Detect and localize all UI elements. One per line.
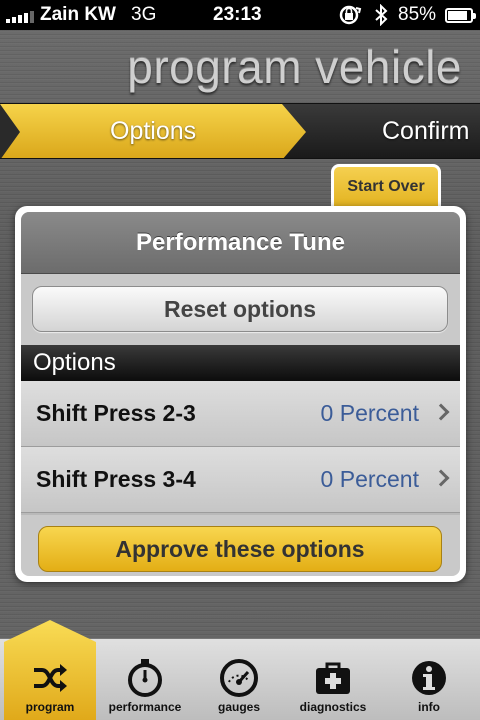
battery-percentage: 85% (398, 4, 437, 25)
stopwatch-icon (125, 658, 165, 698)
first-aid-kit-icon (313, 658, 353, 698)
tab-label: performance (108, 700, 182, 714)
option-name: Shift Press 3-4 (36, 466, 196, 492)
tab-info[interactable]: info (382, 638, 476, 720)
bluetooth-icon (374, 3, 388, 32)
step-confirm: Confirm (382, 117, 470, 145)
status-time: 23:13 (213, 4, 262, 25)
options-section-header: Options (21, 345, 460, 381)
performance-tune-panel: Performance Tune Reset options Options S… (15, 206, 466, 582)
tab-label: diagnostics (299, 700, 367, 714)
option-value: 0 Percent (320, 400, 419, 426)
option-value: 0 Percent (320, 466, 419, 492)
approve-options-button[interactable]: Approve these options (38, 526, 442, 572)
step-progress-bar: Options Confirm (0, 103, 480, 159)
tab-performance[interactable]: performance (98, 638, 192, 720)
panel-body: Performance Tune Reset options Options S… (21, 212, 460, 576)
divider (21, 513, 460, 515)
gauge-icon (219, 658, 259, 698)
rotation-lock-icon (338, 4, 364, 32)
panel-title: Performance Tune (21, 212, 460, 274)
option-row-shift-press-3-4[interactable]: Shift Press 3-4 0 Percent (21, 447, 460, 513)
tab-label: gauges (217, 700, 260, 714)
chevron-right-icon (432, 403, 450, 421)
battery-icon (445, 8, 476, 23)
signal-strength-icon (6, 11, 34, 23)
start-over-button[interactable]: Start Over (331, 164, 441, 208)
shuffle-icon (30, 658, 70, 698)
network-type: 3G (131, 4, 157, 25)
status-bar: Zain KW 3G 23:13 85% (0, 0, 480, 30)
step-options: Options (110, 117, 197, 145)
tab-label: program (25, 700, 75, 714)
option-name: Shift Press 2-3 (36, 400, 196, 426)
chevron-right-icon (432, 469, 450, 487)
app-title: program vehicle (127, 41, 462, 93)
tab-diagnostics[interactable]: diagnostics (286, 638, 380, 720)
tab-gauges[interactable]: gauges (192, 638, 286, 720)
tab-program[interactable]: program (4, 638, 96, 720)
info-icon (409, 658, 449, 698)
reset-options-button[interactable]: Reset options (32, 286, 448, 332)
tab-label: info (418, 700, 440, 714)
battery-fill (448, 11, 467, 20)
carrier-name: Zain KW (40, 4, 116, 25)
option-row-shift-press-2-3[interactable]: Shift Press 2-3 0 Percent (21, 381, 460, 447)
